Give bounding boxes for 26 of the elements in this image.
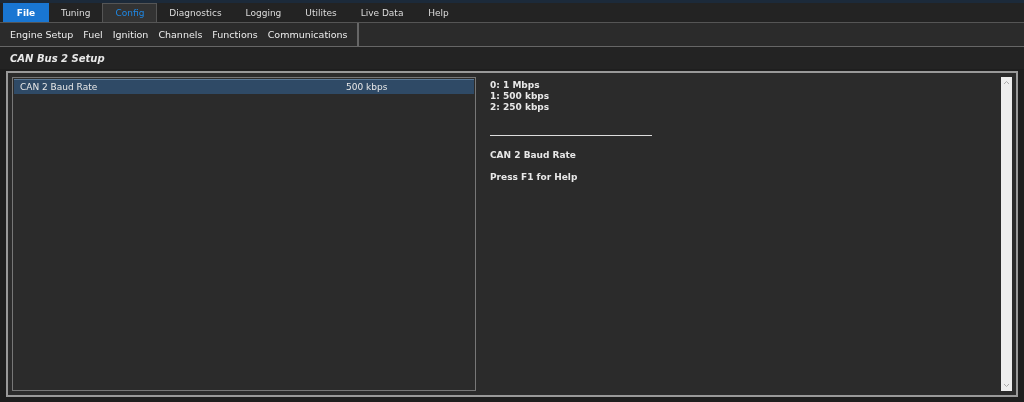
menu-tab[interactable]: Live Data (348, 3, 416, 22)
option-text: 2: 250 kbps (490, 102, 551, 113)
submenu-item[interactable]: Communications (262, 29, 353, 40)
help-hint: Press F1 for Help (490, 172, 579, 182)
menu-tab[interactable]: Tuning (49, 3, 103, 22)
menu-tab[interactable]: Diagnostics (157, 3, 234, 22)
submenu-item[interactable]: Functions (207, 29, 263, 40)
menu-tab[interactable]: Utilites (293, 3, 349, 22)
setting-value: 500 kbps (346, 82, 388, 92)
option-text: 0: 1 Mbps (490, 80, 541, 91)
scroll-up-icon[interactable] (1003, 80, 1010, 85)
menu-tab[interactable]: Logging (233, 3, 294, 22)
submenu-item[interactable]: Fuel (78, 29, 108, 40)
menu-tab[interactable]: Config (102, 3, 158, 22)
submenu-item[interactable]: Engine Setup (5, 29, 79, 40)
scrollbar[interactable] (1001, 77, 1012, 391)
help-setting-name: CAN 2 Baud Rate (490, 150, 577, 160)
submenu-item[interactable]: Channels (153, 29, 208, 40)
option-text: 1: 500 kbps (490, 91, 551, 102)
menu-tab[interactable]: Help (415, 3, 462, 22)
scroll-down-icon[interactable] (1003, 383, 1010, 388)
setting-name: CAN 2 Baud Rate (20, 82, 99, 92)
section-title: CAN Bus 2 Setup (0, 47, 1024, 69)
submenu-item[interactable]: Ignition (107, 29, 154, 40)
file-menu-button[interactable]: File (3, 3, 49, 22)
setting-row[interactable]: CAN 2 Baud Rate 500 kbps (14, 79, 474, 94)
